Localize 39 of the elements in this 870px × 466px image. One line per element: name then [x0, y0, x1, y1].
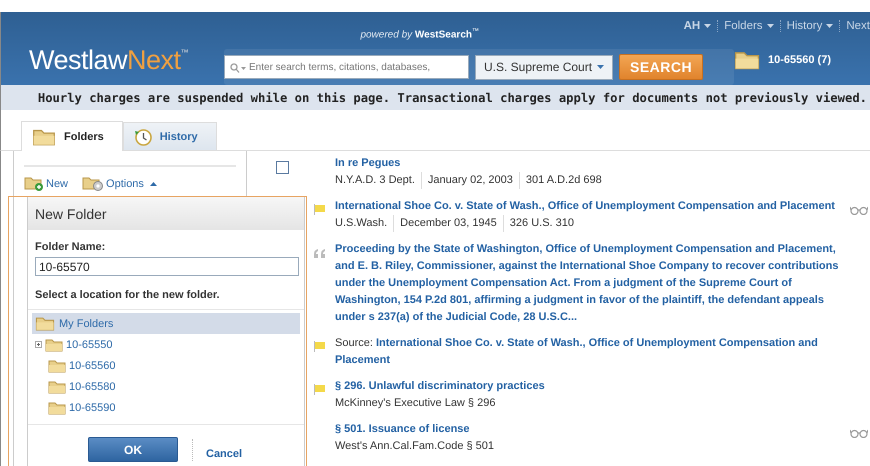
- citation-text: McKinney's Executive Law § 296: [335, 396, 496, 411]
- folder-name-field[interactable]: 10-65570: [35, 257, 299, 276]
- citation-text: U.S.Wash.: [335, 216, 388, 231]
- tree-item[interactable]: 10-65560: [32, 355, 300, 376]
- ok-button[interactable]: OK: [88, 437, 178, 462]
- nav-menu[interactable]: AH: [678, 20, 718, 32]
- new-link[interactable]: New: [24, 176, 68, 191]
- tree-item[interactable]: 10-65580: [32, 376, 300, 397]
- options-link[interactable]: Options: [82, 176, 157, 191]
- charges-notice: Hourly charges are suspended while on this page. Transactional charges apply for documents not previously viewed.: [0, 85, 870, 110]
- tab[interactable]: Folders: [21, 121, 123, 151]
- logo[interactable]: WestlawNext$^{™}$: [1, 12, 219, 85]
- source-line: Source: International Shoe Co. v. State of Wash., Office of Unemployment Compensation and Placement: [335, 336, 819, 368]
- location-label: Select a location for the new folder.: [28, 276, 304, 310]
- result-title-link[interactable]: In re Pegues: [335, 155, 846, 172]
- search-field[interactable]: Enter search terms, citations, databases,: [224, 55, 469, 79]
- result-title-link[interactable]: International Shoe Co. v. State of Wash., Office of Unemployment Compensation and Placement: [335, 198, 846, 215]
- dialog-title: New Folder: [28, 197, 304, 230]
- citation-text: West's Ann.Cal.Fam.Code § 501: [335, 439, 496, 454]
- citation-text: December 03, 1945: [393, 215, 503, 232]
- excerpt-link[interactable]: Proceeding by the State of Washington, Office of Unemployment Compensation and Placement, and E. B. Riley, Commissioner, against the International Shoe Company to recover contributions under the Unemployment Compensation Act. From a judgment of the Supreme Court of Washington, 154 P.2d 801, affirming a judgment in favor of the plaintiff, the defendant appeals under s 237(a) of the Judicial Code, 28 U.S.C...: [335, 241, 846, 326]
- citation-text: January 02, 2003: [420, 172, 519, 189]
- powered-by-text: powered by WestSearch$^{™}$: [359, 27, 479, 41]
- result-title-link[interactable]: § 296. Unlawful discriminatory practices: [335, 378, 846, 395]
- nav-menu[interactable]: Next: [839, 20, 870, 32]
- citation-text: 326 U.S. 310: [502, 215, 580, 232]
- tab[interactable]: History: [122, 122, 217, 150]
- citation-text: 301 A.D.2d 698: [518, 172, 608, 189]
- nav-menu[interactable]: Folders: [717, 20, 780, 32]
- jurisdiction-dropdown[interactable]: U.S. Supreme Court: [475, 54, 613, 80]
- nav-menu[interactable]: History: [780, 20, 840, 32]
- current-folder-link[interactable]: 10-65560 (7): [768, 54, 831, 66]
- cancel-link[interactable]: Cancel: [206, 440, 242, 460]
- result-title-link[interactable]: § 501. Issuance of license: [335, 421, 846, 438]
- tree-item[interactable]: My Folders: [32, 313, 300, 334]
- tree-item[interactable]: 10-65590: [32, 397, 300, 418]
- field-label: Folder Name:: [34, 240, 106, 255]
- citation-text: N.Y.A.D. 3 Dept.: [335, 173, 416, 188]
- tree-item[interactable]: 10-65550: [32, 334, 300, 355]
